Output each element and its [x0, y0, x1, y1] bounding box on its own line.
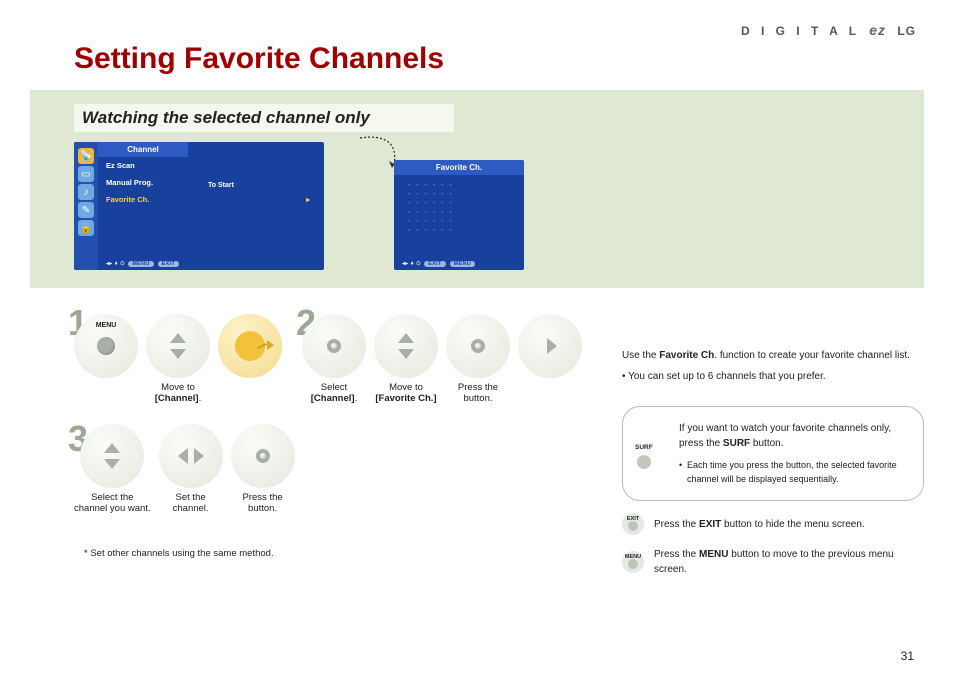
top-green-band: Watching the selected channel only 📡 ▭ ♪…: [30, 90, 924, 288]
cap-select-channel-want: Select the channel you want.: [74, 492, 151, 516]
tv-screen-channel-menu: 📡 ▭ ♪ ✎ 🔒 Channel Ez Scan Manual Prog. F…: [74, 142, 324, 270]
chevron-up-icon: [170, 333, 186, 343]
remote-ok-button-2: [446, 314, 510, 378]
surf-label: SURF: [635, 443, 653, 453]
subheading: Watching the selected channel only: [74, 104, 454, 132]
tv2-title: Favorite Ch.: [394, 160, 524, 175]
cap-empty-2: [249, 382, 252, 406]
footer-menu-pill: MENU: [128, 261, 153, 267]
cap-select-channel: Select[Channel].: [311, 382, 357, 406]
tv-item-ezscan: Ez Scan: [98, 157, 324, 174]
tv-item-favoritech: Favorite Ch. ▸: [98, 191, 324, 208]
satellite-dish-icon: [235, 331, 265, 361]
nav-arrows-icon: ◂▸ ♦: [106, 261, 118, 267]
tv2-exit-pill: EXIT: [424, 261, 445, 267]
remote-ok-button-3: [231, 424, 295, 488]
fav-slot-2: - - - - - -: [394, 190, 524, 199]
sound-icon: ♪: [78, 184, 94, 200]
cap-move-channel: Move to[Channel].: [155, 382, 201, 406]
chevron-down-icon: [170, 349, 186, 359]
surf-note-bullet: Each time you press the button, the sele…: [679, 459, 907, 486]
exit-hint-row: EXIT Press the EXIT button to hide the m…: [622, 513, 924, 535]
surf-button-graphic: SURF: [635, 443, 653, 469]
tv-item-favoritech-label: Favorite Ch.: [106, 195, 149, 204]
fav-slot-3: - - - - - -: [394, 199, 524, 208]
remote-leftright-button: [159, 424, 223, 488]
nav-arrows-icon: ◂▸ ♦: [402, 261, 414, 267]
remote-menu-button: MENU: [74, 314, 138, 378]
tv-footer-hint: ◂▸ ♦ ⊙ MENU EXIT: [106, 260, 180, 267]
chevron-up-icon: [104, 443, 120, 453]
chevron-right-icon: [194, 448, 204, 464]
enter-icon: ⊙: [120, 261, 125, 267]
satellite-icon: 📡: [78, 148, 94, 164]
footer-exit-pill: EXIT: [158, 261, 179, 267]
tag-icon: ✎: [78, 202, 94, 218]
exit-hint-text: Press the EXIT button to hide the menu s…: [654, 517, 865, 532]
chevron-down-icon: [104, 459, 120, 469]
right-arrow-icon: ▸: [306, 195, 310, 204]
remote-updown-button-2: [374, 314, 438, 378]
steps-area: 1 2 3 MENU Move: [74, 306, 582, 577]
intro-line1: Use the Favorite Ch. function to create …: [622, 348, 924, 363]
remote-updown-button: [146, 314, 210, 378]
menu-button-label: MENU: [96, 322, 117, 329]
cap-press-button-2: Press the button.: [243, 492, 283, 516]
lock-icon: 🔒: [78, 220, 94, 236]
brand-digital: D I G I T A L: [741, 24, 860, 38]
fav-slot-1: - - - - - -: [394, 181, 524, 190]
enter-icon: ⊙: [416, 261, 421, 267]
tv2-menu-pill: MENU: [450, 261, 475, 267]
brand-ez: ez: [869, 22, 886, 38]
surf-note-line1: If you want to watch your favorite chann…: [679, 421, 907, 451]
tv-right-label: To Start: [208, 182, 234, 189]
chevron-up-icon: [398, 333, 414, 343]
picture-icon: ▭: [78, 166, 94, 182]
tv-screen-favorite-list: Favorite Ch. - - - - - - - - - - - - - -…: [394, 160, 524, 270]
page-title: Setting Favorite Channels: [74, 42, 924, 76]
remote-dish-button: [218, 314, 282, 378]
right-arrow-icon: [267, 340, 274, 350]
intro-line2: • You can set up to 6 channels that you …: [622, 369, 924, 384]
brand-label: D I G I T A L ez LG: [741, 22, 916, 38]
cap-press-button-1: Press thebutton.: [458, 382, 498, 406]
menu-hint-row: MENU Press the MENU button to move to th…: [622, 547, 924, 577]
remote-right-button: [518, 314, 582, 378]
menu-hint-text: Press the MENU button to move to the pre…: [654, 547, 924, 577]
fav-slot-6: - - - - - -: [394, 226, 524, 235]
footnote: * Set other channels using the same meth…: [84, 548, 582, 559]
remote-updown-button-3: [80, 424, 144, 488]
right-column: Use the Favorite Ch. function to create …: [622, 306, 924, 577]
cap-set-channel: Set the channel.: [173, 492, 209, 516]
tv-menu-title: Channel: [98, 142, 188, 157]
chevron-right-icon: [547, 338, 557, 354]
surf-note-box: SURF If you want to watch your favorite …: [622, 406, 924, 501]
brand-lg: LG: [897, 24, 916, 38]
cap-move-favorite: Move to[Favorite Ch.]: [375, 382, 436, 406]
menu-button-graphic: MENU: [622, 551, 644, 573]
cap-empty-1: [105, 382, 108, 406]
chevron-left-icon: [178, 448, 188, 464]
remote-ok-button: [302, 314, 366, 378]
cap-empty-3: [549, 382, 552, 406]
fav-slot-5: - - - - - -: [394, 217, 524, 226]
tv2-footer-hint: ◂▸ ♦ ⊙ EXIT MENU: [402, 260, 476, 267]
fav-slot-4: - - - - - -: [394, 208, 524, 217]
tv-sidebar: 📡 ▭ ♪ ✎ 🔒: [74, 142, 98, 270]
exit-button-graphic: EXIT: [622, 513, 644, 535]
page-number: 31: [901, 649, 914, 663]
chevron-down-icon: [398, 349, 414, 359]
